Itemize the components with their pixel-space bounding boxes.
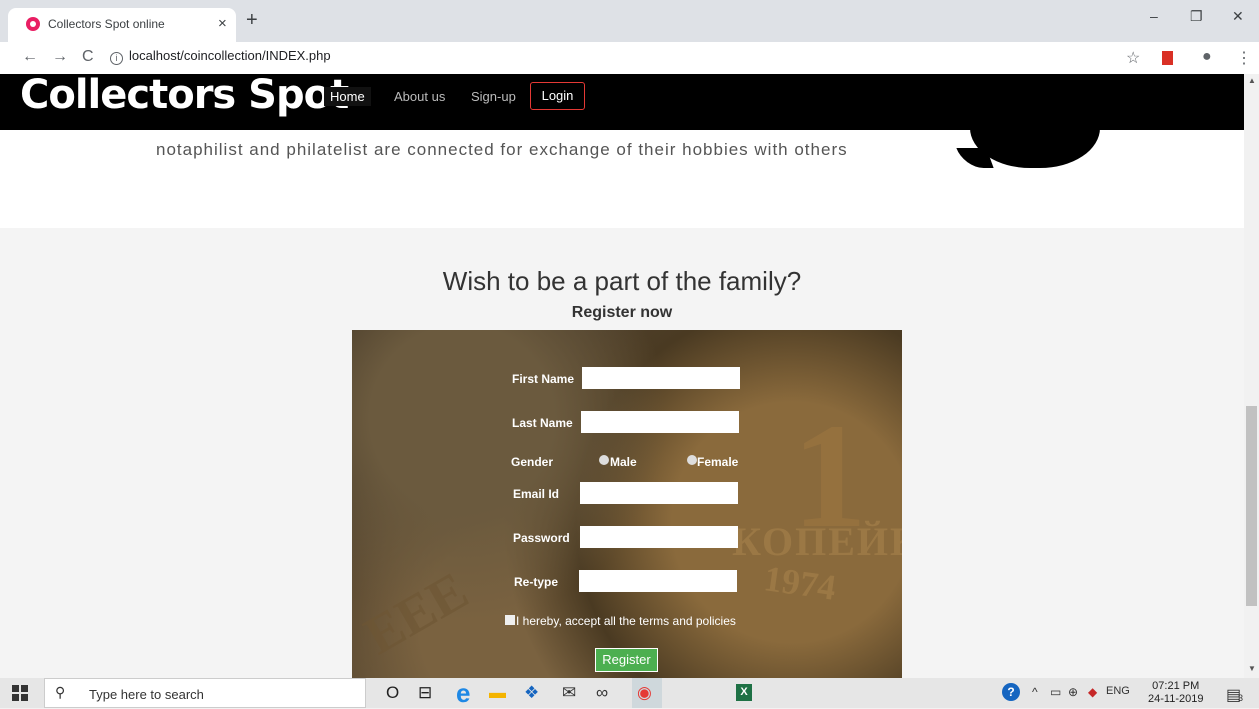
file-explorer-icon[interactable]: ▬ [489, 683, 506, 703]
about-text: notaphilist and philatelist are connecte… [156, 140, 848, 159]
last-name-input[interactable] [581, 411, 739, 433]
network-icon[interactable]: ⊕ [1068, 685, 1078, 699]
browser-toolbar: ← → C i localhost/coincollection/INDEX.ph… [0, 42, 1259, 74]
clock[interactable]: 07:21 PM 24-11-2019 [1148, 680, 1203, 706]
menu-icon[interactable]: ⋮ [1236, 48, 1252, 68]
search-icon: ⚲ [55, 684, 66, 700]
retype-label: Re-type [514, 575, 559, 589]
clock-time: 07:21 PM [1152, 680, 1200, 692]
back-icon[interactable]: ← [22, 48, 38, 66]
info-icon[interactable]: i [110, 52, 123, 65]
notification-count: 3 [1238, 693, 1244, 703]
register-heading: Wish to be a part of the family? [442, 266, 802, 296]
male-radio[interactable] [599, 455, 609, 465]
tray-chevron-icon[interactable]: ^ [1032, 685, 1038, 699]
register-subheading: Register now [571, 304, 673, 321]
gender-label: Gender [511, 455, 554, 469]
page-viewport: notaphilist and philatelist are connecte… [0, 74, 1244, 678]
coin-background-year: 1974 [761, 558, 839, 608]
dropbox-icon[interactable]: ❖ [524, 683, 539, 703]
male-label: Male [610, 455, 637, 469]
site-logo[interactable]: Collectors Spot [20, 74, 349, 118]
excel-icon[interactable]: X [736, 684, 752, 701]
extension-icon[interactable] [1162, 51, 1173, 65]
scroll-down-icon[interactable]: ▼ [1248, 664, 1256, 673]
task-view-icon[interactable]: ⊟ [418, 683, 432, 703]
terms-label: I hereby, accept all the terms and polic… [516, 614, 736, 628]
minimize-icon[interactable]: – [1150, 8, 1158, 24]
site-header: Collectors Spot Home About us Sign-up Lo… [0, 74, 1244, 130]
search-placeholder: Type here to search [89, 687, 204, 702]
tab-title: Collectors Spot online [48, 17, 165, 31]
close-tab-icon[interactable]: × [218, 15, 227, 32]
window-close-icon[interactable]: ✕ [1232, 8, 1244, 25]
restore-icon[interactable]: ❐ [1190, 8, 1203, 25]
nav-about-us[interactable]: About us [388, 87, 451, 106]
taskbar: ⚲ Type here to search O ⊟ e ▬ ❖ ✉ ∞ ◉ X … [0, 678, 1259, 708]
url-text: localhost/coincollection/INDEX.php [129, 48, 331, 63]
browser-tabstrip: Collectors Spot online × + – ❐ ✕ [0, 0, 1259, 42]
bookmark-star-icon[interactable]: ☆ [1126, 48, 1140, 68]
edge-icon[interactable]: e [456, 678, 470, 709]
register-button[interactable]: Register [595, 648, 658, 672]
clock-date: 24-11-2019 [1148, 693, 1204, 705]
chrome-icon[interactable]: ◉ [637, 683, 652, 703]
page-scrollbar[interactable]: ▲ ▼ [1244, 74, 1259, 678]
scroll-up-icon[interactable]: ▲ [1248, 76, 1256, 85]
browser-tab[interactable]: Collectors Spot online × [8, 8, 236, 42]
taskbar-search-box[interactable]: ⚲ Type here to search [44, 678, 366, 708]
site-favicon-icon [26, 17, 40, 31]
female-radio[interactable] [687, 455, 697, 465]
address-bar[interactable]: i localhost/coincollection/INDEX.php [110, 48, 331, 65]
email-input[interactable] [580, 482, 738, 504]
female-label: Female [697, 455, 739, 469]
windows-start-icon[interactable] [12, 685, 28, 701]
battery-icon[interactable]: ▭ [1050, 685, 1061, 699]
registration-form: 1 КОПЕЙК 1974 EEE First Name Last Name G… [352, 330, 902, 678]
password-input[interactable] [580, 526, 738, 548]
login-button[interactable]: Login [530, 82, 585, 110]
nav-home[interactable]: Home [324, 87, 371, 106]
last-name-label: Last Name [512, 416, 573, 430]
profile-icon[interactable]: ● [1202, 48, 1212, 66]
mail-icon[interactable]: ✉ [562, 683, 576, 703]
coin-background-lettering: EEE [354, 560, 478, 666]
first-name-input[interactable] [582, 367, 740, 389]
retype-password-input[interactable] [579, 570, 737, 592]
register-section: Wish to be a part of the family? Registe… [0, 228, 1244, 678]
cortana-icon[interactable]: O [386, 683, 399, 703]
forward-icon[interactable]: → [52, 48, 68, 66]
language-indicator[interactable]: ENG [1106, 685, 1130, 697]
new-tab-button[interactable]: + [246, 10, 258, 30]
coin-background-word: КОПЕЙК [732, 519, 902, 564]
first-name-label: First Name [512, 372, 575, 386]
email-label: Email Id [513, 487, 560, 501]
nav-sign-up[interactable]: Sign-up [465, 87, 522, 106]
password-label: Password [513, 531, 570, 545]
reload-icon[interactable]: C [82, 48, 94, 66]
infinity-app-icon[interactable]: ∞ [596, 683, 608, 703]
scroll-thumb[interactable] [1246, 406, 1257, 606]
terms-checkbox[interactable] [505, 615, 515, 625]
help-icon[interactable]: ? [1002, 683, 1020, 701]
sync-icon[interactable]: ◆ [1088, 685, 1097, 699]
